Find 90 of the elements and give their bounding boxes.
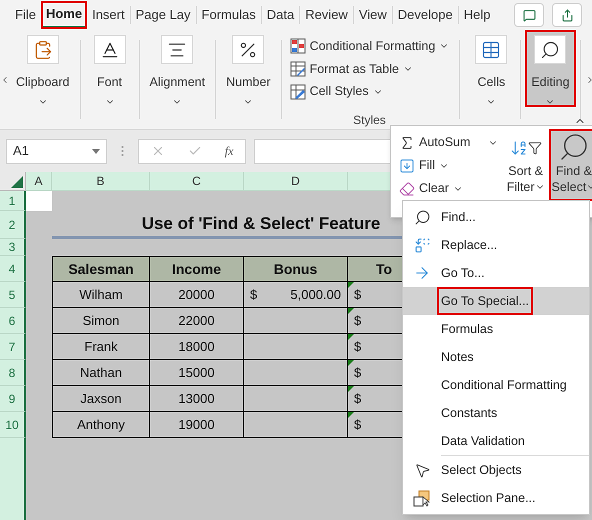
- table-header-cell: Bonus: [244, 256, 348, 282]
- table-cell: 13000: [150, 386, 244, 412]
- active-cell[interactable]: [26, 191, 52, 211]
- table-cell: Frank: [52, 334, 150, 360]
- ribbon-tab[interactable]: Help: [458, 1, 496, 29]
- column-header[interactable]: C: [150, 172, 244, 191]
- dropdown-icon: [92, 148, 100, 154]
- ribbon-tab[interactable]: View: [354, 1, 392, 29]
- row-header[interactable]: 7: [0, 334, 26, 360]
- table-cell: Wilham: [52, 282, 150, 308]
- share-button[interactable]: [552, 3, 582, 27]
- editing-command-button[interactable]: Fill: [399, 154, 498, 177]
- selection-pane-icon: [413, 490, 431, 506]
- search-icon: [414, 208, 430, 226]
- row-header[interactable]: 5: [0, 282, 26, 308]
- currency-symbol: $: [354, 390, 362, 408]
- table-header-cell: Income: [150, 256, 244, 282]
- column-header[interactable]: B: [52, 172, 150, 191]
- format-table-icon: [290, 61, 306, 77]
- column-header[interactable]: D: [244, 172, 348, 191]
- table-header-cell: Salesman: [52, 256, 150, 282]
- ribbon-group-button[interactable]: Cells: [466, 30, 516, 107]
- menu-item[interactable]: Data Validation: [441, 427, 525, 455]
- editing-command-button[interactable]: Clear: [399, 177, 498, 200]
- table-cell-text: 5,000.00: [290, 286, 341, 304]
- row-header[interactable]: 6: [0, 308, 26, 334]
- cell-styles-icon: [290, 84, 306, 100]
- currency-symbol: $: [354, 364, 362, 382]
- menu-item[interactable]: Formulas: [441, 315, 494, 343]
- select-all-button[interactable]: [0, 172, 26, 191]
- ribbon-tab[interactable]: Develope: [392, 1, 458, 29]
- currency-symbol: $: [250, 286, 258, 304]
- ribbon-group-button[interactable]: Font: [84, 30, 135, 107]
- fill-down-icon: [399, 158, 415, 174]
- insert-function-button[interactable]: fx: [224, 142, 234, 160]
- menu-item[interactable]: Conditional Formatting: [441, 371, 567, 399]
- table-cell: 19000: [150, 412, 244, 438]
- menu-item[interactable]: Selection Pane...: [441, 484, 536, 512]
- name-box[interactable]: A1: [6, 138, 107, 164]
- conditional-formatting-icon: [290, 38, 306, 54]
- pointer-icon: [414, 462, 430, 478]
- ribbon-tab[interactable]: Review: [300, 1, 353, 29]
- table-cell: 18000: [150, 334, 244, 360]
- ribbon-tab[interactable]: File: [10, 1, 41, 29]
- row-header[interactable]: 2: [0, 211, 26, 239]
- table-cell: 22000: [150, 308, 244, 334]
- share-icon: [560, 8, 574, 22]
- row-header[interactable]: 1: [0, 191, 26, 211]
- triangle-icon: [11, 176, 23, 188]
- table-cell: Anthony: [52, 412, 150, 438]
- styles-menu-button[interactable]: Cell Styles: [290, 80, 450, 104]
- row-header[interactable]: 10: [0, 412, 26, 438]
- styles-menu-button[interactable]: Format as Table: [290, 58, 450, 80]
- menu-item[interactable]: Notes: [441, 343, 474, 371]
- table-icon: [481, 40, 502, 60]
- row-header[interactable]: 3: [0, 239, 26, 256]
- eraser-icon: [399, 180, 415, 196]
- row-header[interactable]: 8: [0, 360, 26, 386]
- ribbon-tab[interactable]: Page Lay: [130, 1, 196, 29]
- ribbon-group-button[interactable]: Number: [220, 30, 277, 107]
- table-cell: Nathan: [52, 360, 150, 386]
- ribbon-tab[interactable]: Data: [262, 1, 300, 29]
- menu-item[interactable]: Select Objects: [441, 456, 522, 484]
- group-label: Styles: [353, 112, 386, 130]
- ribbon-group-button[interactable]: Clipboard: [10, 30, 76, 107]
- currency-symbol: $: [354, 338, 362, 356]
- find-select-button[interactable]: Find & Select: [548, 129, 592, 201]
- table-cell: 20000: [150, 282, 244, 308]
- column-header[interactable]: A: [26, 172, 52, 191]
- comments-button[interactable]: [514, 3, 544, 27]
- ribbon-tab[interactable]: Insert: [87, 1, 130, 29]
- editing-command-button[interactable]: AutoSum: [399, 131, 498, 154]
- currency-symbol: $: [354, 286, 362, 304]
- sort-filter-button[interactable]: Sort & Filter: [504, 129, 547, 199]
- table-cell: 15000: [150, 360, 244, 386]
- replace-icon: [414, 236, 430, 254]
- table-cell: Jaxson: [52, 386, 150, 412]
- row-header[interactable]: 4: [0, 256, 26, 282]
- menu-item[interactable]: Constants: [441, 399, 498, 427]
- currency-symbol: $: [354, 416, 362, 434]
- row-header[interactable]: 9: [0, 386, 26, 412]
- comment-icon: [522, 8, 536, 22]
- ribbon-group-button[interactable]: Alignment: [144, 30, 212, 107]
- grip-icon: [121, 145, 124, 157]
- currency-symbol: $: [354, 312, 362, 330]
- table-cell: Simon: [52, 308, 150, 334]
- ribbon-tab[interactable]: Formulas: [196, 1, 261, 29]
- ribbon-group-button[interactable]: Editing: [525, 30, 576, 107]
- styles-menu-button[interactable]: Conditional Formatting: [290, 35, 450, 58]
- search-icon: [540, 40, 560, 60]
